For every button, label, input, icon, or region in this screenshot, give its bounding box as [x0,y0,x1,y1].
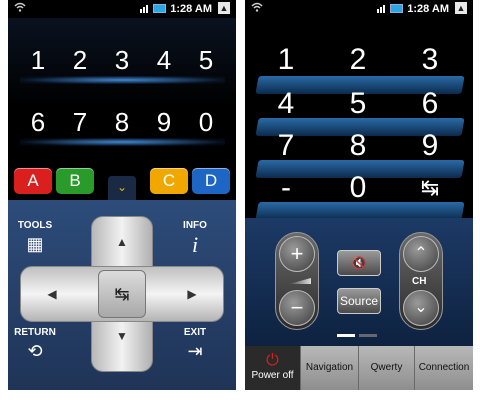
battery-icon [390,4,403,13]
color-button-b[interactable]: B [56,168,94,194]
page-indicator-active [337,334,355,337]
key-1[interactable]: 1 [261,40,311,80]
left-phone-screen: 1:28 AM ▲ 1 2 3 4 5 6 7 8 9 0 A B C D ⌄ … [8,0,236,390]
input-source-icon: ↹ [114,284,130,304]
signal-icon [140,3,150,16]
dpad-enter-button[interactable]: ↹ [98,270,146,318]
info-label: INFO [183,220,207,231]
key-7[interactable]: 7 [60,102,100,142]
usb-icon: ▲ [218,2,230,14]
volume-down-button[interactable]: − [279,290,315,326]
usb-icon: ▲ [455,2,467,14]
key-0[interactable]: 0 [186,102,226,142]
return-icon[interactable]: ⟲ [15,341,55,362]
tab-qwerty[interactable]: Qwerty [359,346,415,390]
tab-power-off-label: Power off [251,370,294,381]
dpad-right-button[interactable]: ▶ [182,284,202,304]
channel-up-button[interactable]: ⌃ [403,236,439,272]
key-0[interactable]: 0 [333,168,383,208]
battery-icon [153,4,166,13]
bottom-tab-bar: ⏻ Power off Navigation Qwerty Connection [245,346,473,390]
mute-icon: 🔇 [351,256,367,270]
status-time: 1:28 AM [170,3,212,15]
tab-power-off[interactable]: ⏻ Power off [245,346,301,390]
tools-label: TOOLS [17,220,53,231]
status-time: 1:28 AM [407,3,449,15]
status-bar: 1:28 AM ▲ [8,0,236,18]
number-keypad: 1 2 3 4 5 6 7 8 9 - 0 ↹ [245,18,473,230]
wifi-icon [14,2,26,15]
power-icon: ⏻ [266,352,279,369]
key-8[interactable]: 8 [333,126,383,166]
color-button-c[interactable]: C [150,168,188,194]
key-9[interactable]: 9 [144,102,184,142]
key-5[interactable]: 5 [186,40,226,80]
exit-label: EXIT [183,327,207,338]
tab-navigation[interactable]: Navigation [301,346,359,390]
channel-down-button[interactable]: ⌄ [403,290,439,326]
key-3[interactable]: 3 [405,40,455,80]
key-9[interactable]: 9 [405,126,455,166]
dpad-left-button[interactable]: ◀ [42,284,62,304]
color-button-d[interactable]: D [192,168,230,194]
channel-label: CH [412,276,427,287]
key-2[interactable]: 2 [60,40,100,80]
number-keypad: 1 2 3 4 5 6 7 8 9 0 [8,18,236,164]
key-8[interactable]: 8 [102,102,142,142]
key-1[interactable]: 1 [18,40,58,80]
key-3[interactable]: 3 [102,40,142,80]
dpad-down-button[interactable]: ▼ [112,326,132,346]
key-dash[interactable]: - [261,168,311,208]
exit-icon[interactable]: ⇥ [175,341,215,362]
tools-icon[interactable]: ▦ [15,234,55,255]
prech-button[interactable]: ↹ [405,168,455,208]
key-6[interactable]: 6 [18,102,58,142]
info-icon[interactable]: i [175,232,215,258]
key-5[interactable]: 5 [333,84,383,124]
tab-connection[interactable]: Connection [415,346,473,390]
status-bar: 1:28 AM ▲ [245,0,473,18]
color-button-a[interactable]: A [14,168,52,194]
input-source-icon: ↹ [420,175,440,200]
dpad-up-button[interactable]: ▲ [112,232,132,252]
key-4[interactable]: 4 [261,84,311,124]
key-6[interactable]: 6 [405,84,455,124]
page-indicator-inactive [359,334,377,337]
key-2[interactable]: 2 [333,40,383,80]
volume-up-button[interactable]: + [279,236,315,272]
source-button[interactable]: Source [337,288,381,314]
right-phone-screen: 1:28 AM ▲ 1 2 3 4 5 6 7 8 9 - 0 ↹ + − 🔇 … [245,0,473,390]
key-4[interactable]: 4 [144,40,184,80]
wifi-icon [251,2,263,15]
chevron-down-icon: ⌄ [116,180,128,194]
signal-icon [377,3,387,16]
panel-toggle-handle[interactable]: ⌄ [108,176,136,200]
return-label: RETURN [14,327,56,338]
key-7[interactable]: 7 [261,126,311,166]
mute-button[interactable]: 🔇 [337,250,381,276]
